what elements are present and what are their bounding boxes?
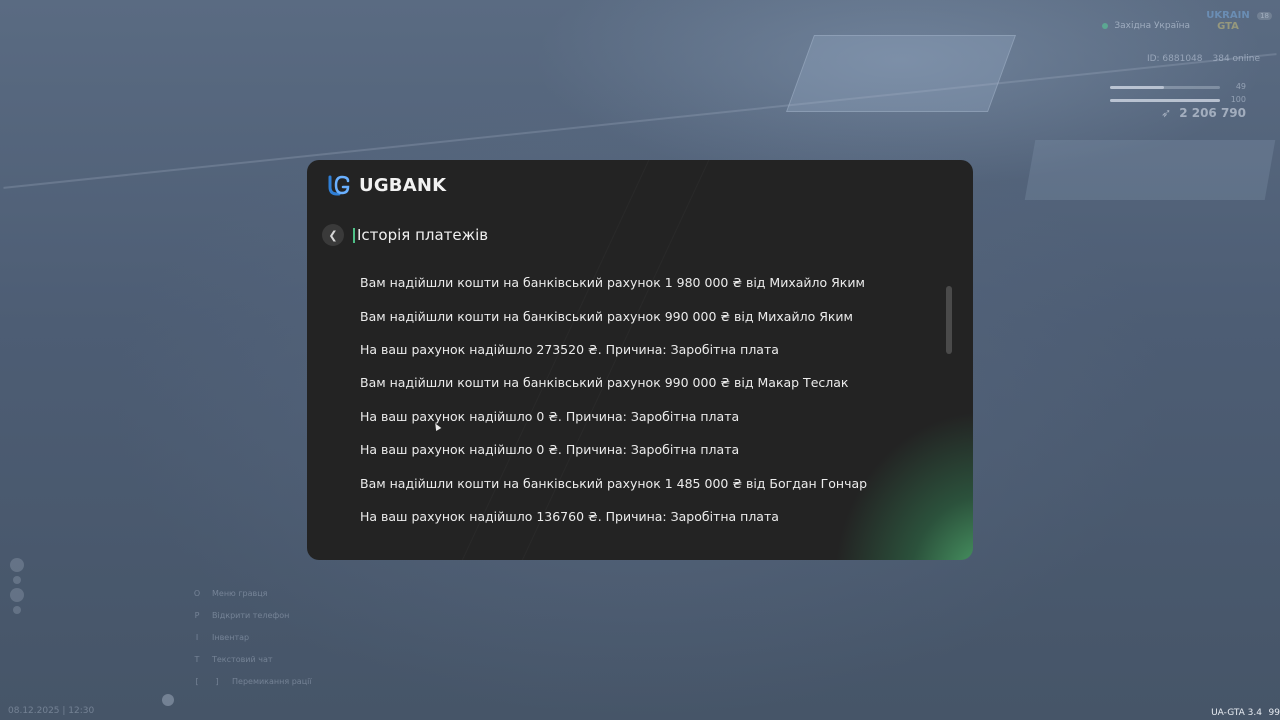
server-name: Західна Україна bbox=[1114, 21, 1190, 31]
hint-key: P bbox=[194, 611, 200, 620]
ceiling-light-panel bbox=[1024, 140, 1276, 200]
player-info: ID: 6881048 384 online bbox=[1147, 54, 1260, 64]
section-title: Історія платежів bbox=[353, 225, 488, 245]
transaction-item: Вам надійшли кошти на банківський рахуно… bbox=[360, 375, 849, 391]
radio-icon bbox=[10, 588, 24, 602]
transaction-item: Вам надійшли кошти на банківський рахуно… bbox=[360, 308, 853, 324]
hunger-bar-fill bbox=[1110, 86, 1164, 89]
hint-item: O Меню гравця bbox=[192, 589, 312, 611]
hud-round-button bbox=[162, 694, 174, 706]
hint-key-2: ] bbox=[215, 677, 219, 686]
hunger-value: 49 bbox=[1235, 82, 1246, 91]
key-hints: O Меню гравця P Відкрити телефон I Інвен… bbox=[192, 589, 312, 699]
hint-item: [ ] Перемикання рації bbox=[192, 677, 312, 699]
hint-label: Перемикання рації bbox=[232, 677, 312, 686]
transaction-item: На ваш рахунок надійшло 0 ₴. Причина: За… bbox=[360, 408, 740, 424]
hint-key: [ bbox=[195, 677, 199, 686]
player-id: ID: 6881048 bbox=[1146, 54, 1203, 64]
transaction-item: На ваш рахунок надійшло 0 ₴. Причина: За… bbox=[360, 442, 740, 458]
server-status-icon bbox=[1102, 23, 1109, 29]
hint-key: I bbox=[195, 633, 199, 642]
health-value: 100 bbox=[1230, 95, 1246, 104]
money-amount: 2 206 790 bbox=[1179, 106, 1246, 120]
health-bar bbox=[1110, 99, 1220, 102]
hint-key: O bbox=[193, 589, 201, 598]
bank-brand: UGBANK bbox=[327, 172, 446, 198]
transaction-item: На ваш рахунок надійшло 273520 ₴. Причин… bbox=[360, 341, 779, 357]
game-version: UA-GTA 3.4 bbox=[1211, 708, 1262, 718]
bank-name: UGBANK bbox=[359, 174, 447, 196]
transaction-list[interactable]: Вам надійшли кошти на банківський рахуно… bbox=[360, 266, 920, 533]
settings-icon bbox=[13, 606, 21, 614]
server-logo-line1: UKRAIN bbox=[1206, 10, 1250, 21]
title-accent-bar bbox=[353, 227, 355, 243]
online-count: 384 online bbox=[1212, 54, 1261, 64]
server-logo-line2: GTA bbox=[1217, 21, 1239, 32]
voice-icon bbox=[10, 558, 24, 572]
scrollbar-thumb[interactable] bbox=[946, 286, 952, 354]
hint-label: Відкрити телефон bbox=[212, 611, 290, 620]
server-indicator: Західна Україна bbox=[1102, 18, 1190, 34]
hint-item: T Текстовий чат bbox=[192, 655, 312, 677]
side-hud-icons bbox=[10, 558, 24, 614]
back-button[interactable]: ❮ bbox=[322, 224, 344, 246]
money-display: ➶ 2 206 790 bbox=[1161, 106, 1246, 120]
hint-label: Інвентар bbox=[212, 633, 250, 642]
chevron-left-icon: ❮ bbox=[328, 228, 338, 242]
hint-item: I Інвентар bbox=[192, 633, 312, 655]
hunger-bar bbox=[1110, 86, 1220, 89]
bank-modal: UGBANK ❮ Історія платежів Вам надійшли к… bbox=[307, 160, 973, 560]
hint-key: T bbox=[194, 655, 200, 664]
date-time: 08.12.2025 | 12:30 bbox=[8, 706, 95, 716]
bank-logo-icon bbox=[328, 175, 350, 196]
server-logo: UKRAIN GTA bbox=[1204, 10, 1252, 36]
health-bar-fill bbox=[1110, 99, 1220, 102]
age-badge: 18 bbox=[1257, 12, 1272, 20]
transaction-item: На ваш рахунок надійшло 136760 ₴. Причин… bbox=[360, 508, 779, 524]
section-title-text: Історія платежів bbox=[357, 226, 489, 244]
mic-icon bbox=[13, 576, 21, 584]
hint-label: Текстовий чат bbox=[212, 655, 273, 664]
hint-item: P Відкрити телефон bbox=[192, 611, 312, 633]
cash-icon: ➶ bbox=[1161, 106, 1172, 120]
transaction-item: Вам надійшли кошти на банківський рахуно… bbox=[360, 475, 868, 491]
hint-label: Меню гравця bbox=[212, 589, 268, 598]
fps-counter: 99 bbox=[1268, 708, 1280, 718]
transaction-item: Вам надійшли кошти на банківський рахуно… bbox=[360, 275, 865, 291]
